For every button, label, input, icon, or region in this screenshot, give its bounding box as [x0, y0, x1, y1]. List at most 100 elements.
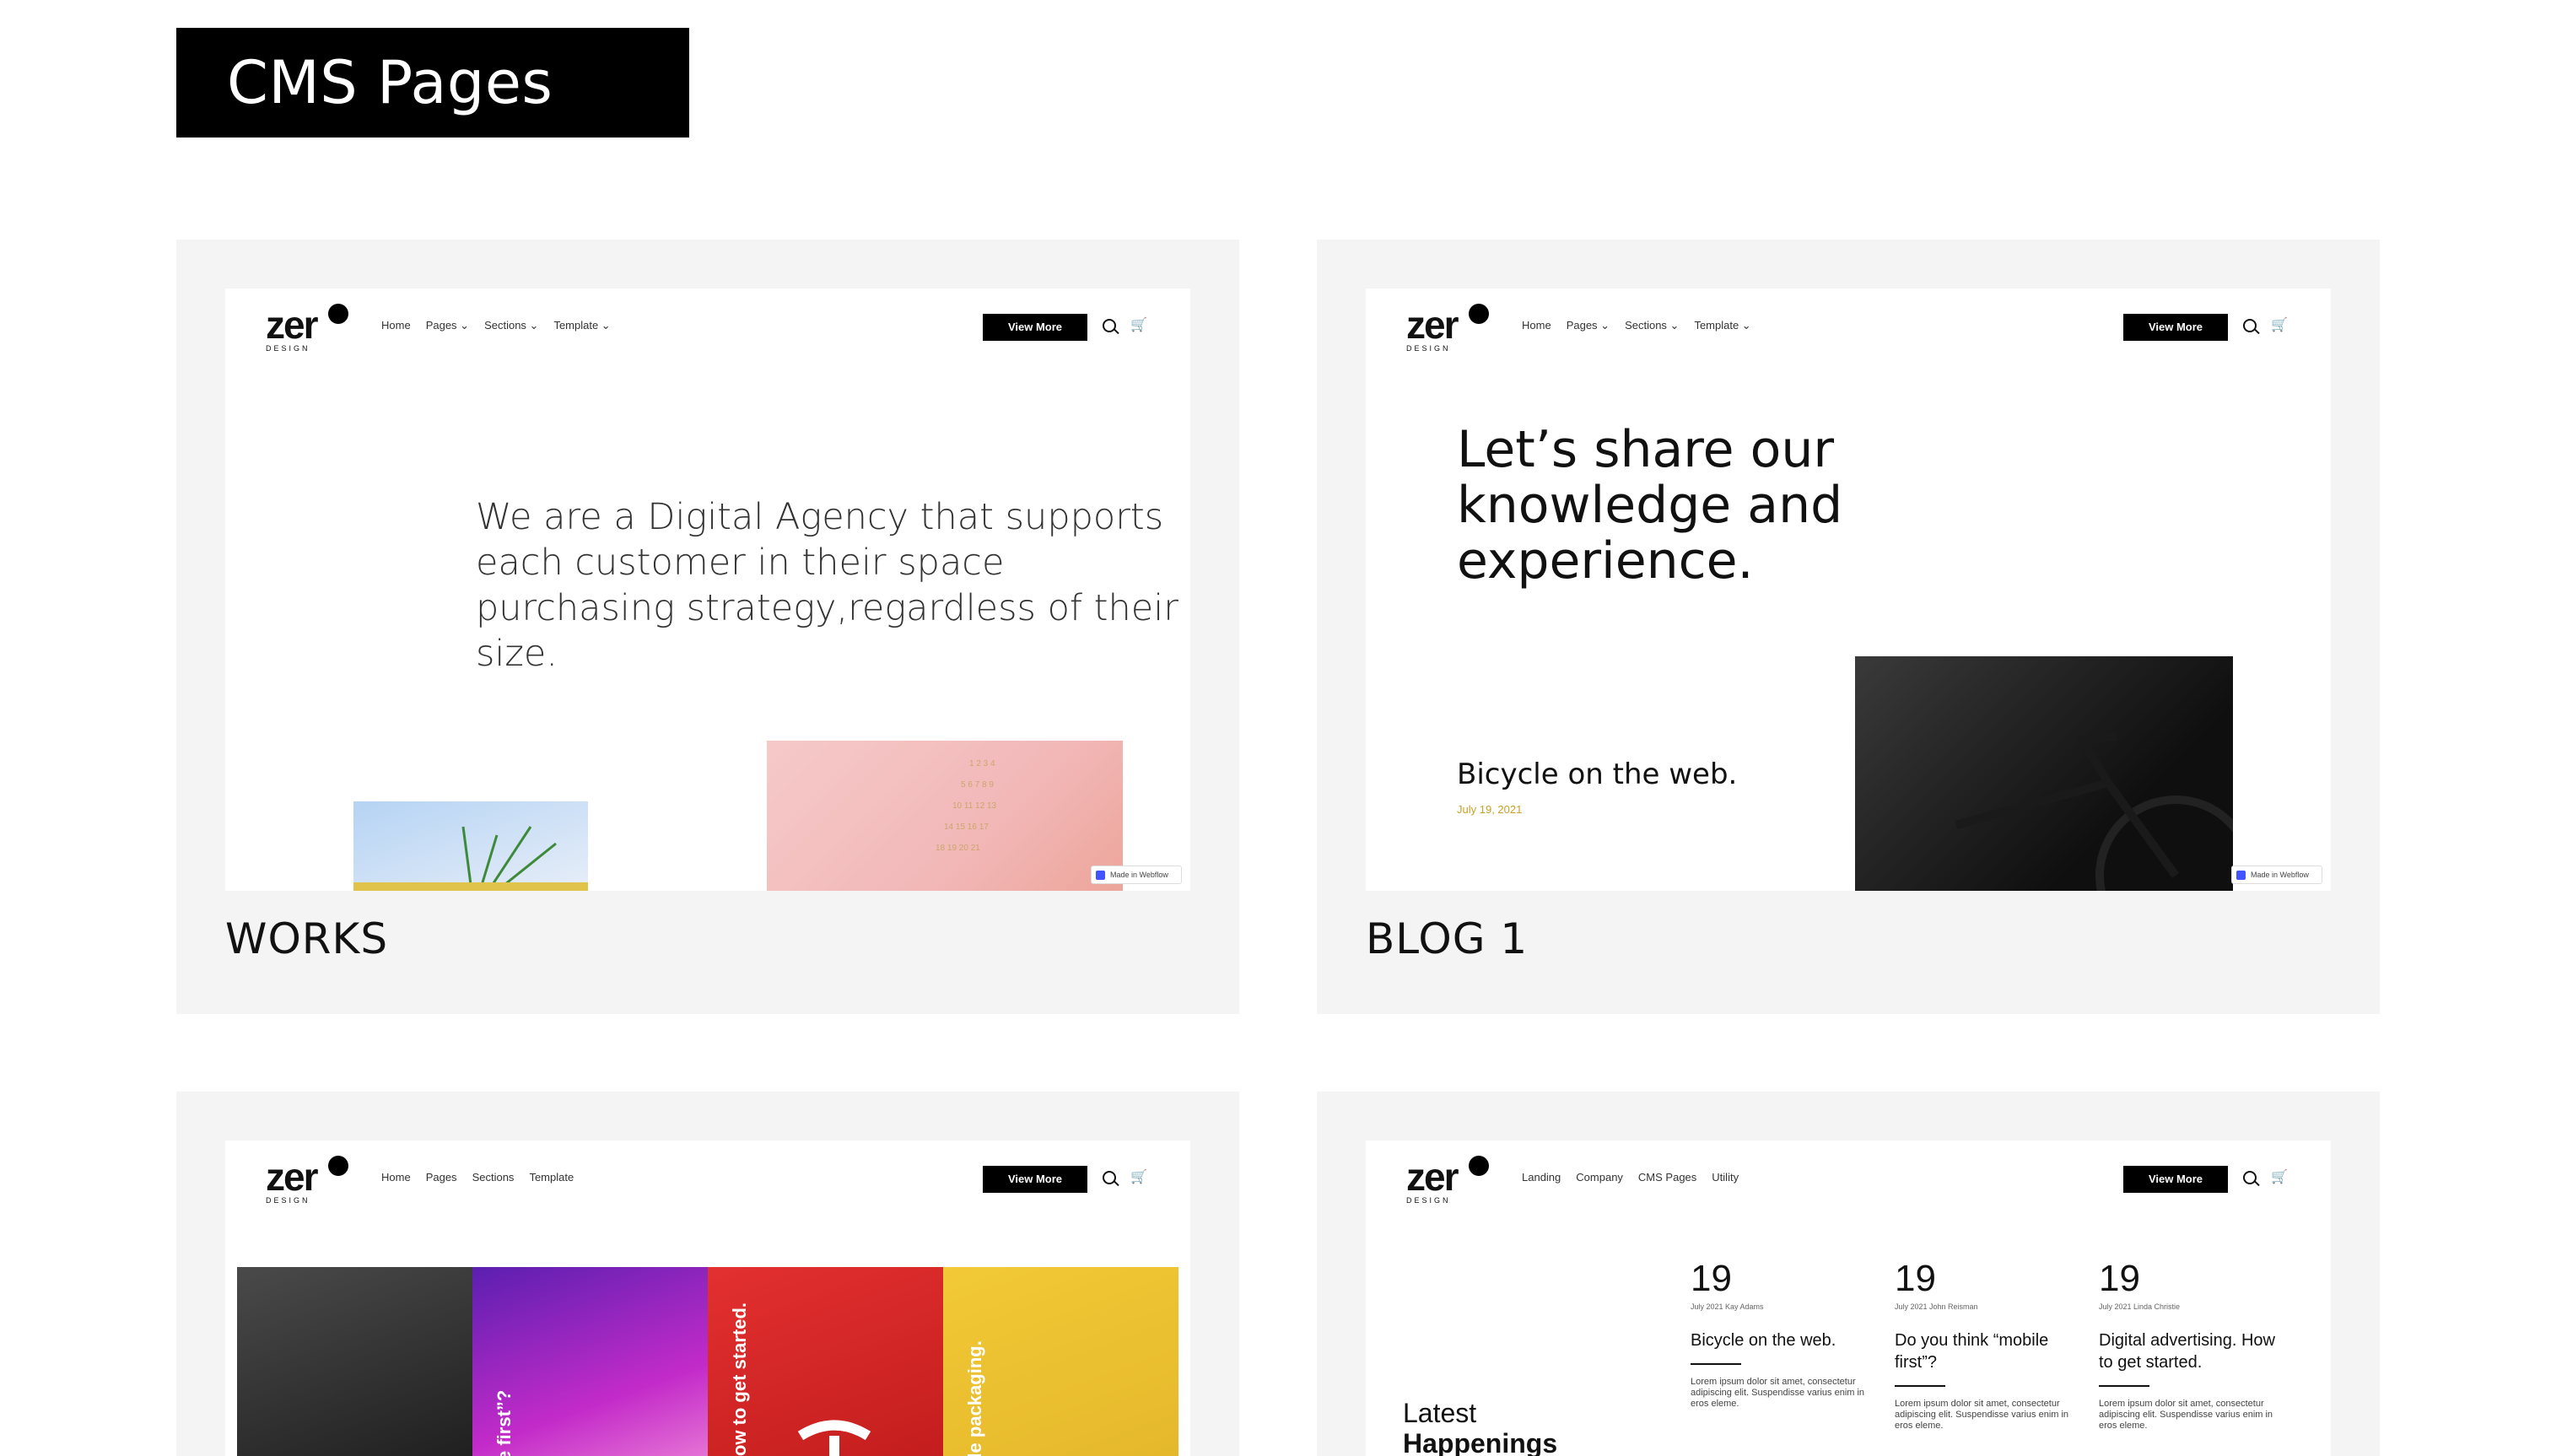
- logo-text: zer: [266, 1155, 319, 1199]
- hero-heading: Let’s share our knowledge and experience…: [1457, 420, 1843, 590]
- logo-sub: DESIGN: [1406, 1196, 1451, 1205]
- divider: [2099, 1385, 2149, 1387]
- nav-links: Landing Company CMS Pages Utility: [1522, 1171, 1754, 1184]
- made-in-webflow-badge: Made in Webflow: [2231, 866, 2322, 884]
- post-card: 19 July 2021 Linda Christie Digital adve…: [2099, 1259, 2284, 1432]
- nav-link-sections: Sections ⌄: [1625, 319, 1680, 332]
- view-more-button: View More: [983, 1166, 1087, 1193]
- logo-text: zer: [1406, 1155, 1459, 1199]
- preview-works-grid[interactable]: zer DESIGN Home Pages Sections Template Vie…: [225, 1141, 1190, 1456]
- made-in-webflow-badge: Made in Webflow: [1091, 866, 1182, 884]
- post-day: 19: [1895, 1258, 1936, 1299]
- post-excerpt: Lorem ipsum dolor sit amet, consectetur …: [2099, 1399, 2273, 1431]
- post-date: July 19, 2021: [1457, 803, 1523, 816]
- card-latest-happenings[interactable]: zer DESIGN Landing Company CMS Pages Utilit…: [1317, 1092, 2380, 1456]
- card-works-grid[interactable]: zer DESIGN Home Pages Sections Template Vie…: [176, 1092, 1239, 1456]
- heading-line-2: Happenings: [1403, 1428, 1558, 1456]
- nav-link-cms-pages: CMS Pages: [1637, 1171, 1697, 1184]
- nav-link-template: Template: [529, 1171, 574, 1184]
- work-tile-phone: e first”?: [472, 1267, 708, 1456]
- hero-text: We are a Digital Agency that supports ea…: [476, 496, 1178, 675]
- nav-links: Home Pages ⌄ Sections ⌄ Template ⌄: [1522, 319, 1766, 332]
- post-day: 19: [1691, 1258, 1732, 1299]
- nav-links: Home Pages ⌄ Sections ⌄ Template ⌄: [381, 319, 626, 332]
- nav-link-company: Company: [1576, 1171, 1623, 1184]
- nav-link-landing: Landing: [1522, 1171, 1561, 1184]
- logo: zer DESIGN: [266, 1152, 359, 1205]
- preview-nav: zer DESIGN Home Pages ⌄ Sections ⌄ Template…: [1366, 289, 2331, 364]
- nav-link-home: Home: [381, 319, 411, 332]
- logo-dot: [1469, 304, 1489, 324]
- logo-text: zer: [266, 303, 319, 347]
- calendar-image: 1 2 3 4 5 6 7 8 9 10 11 12 13 14 15 16 17 18…: [767, 741, 1123, 891]
- preview-nav: zer DESIGN Home Pages Sections Template Vie…: [225, 1141, 1190, 1216]
- cart-icon: 🛒: [2271, 1170, 2288, 1184]
- section-heading: Latest Happenings: [1403, 1398, 1557, 1456]
- logo: zer DESIGN: [1406, 1152, 1499, 1205]
- post-title: Digital advertising. How to get started.: [2099, 1331, 2275, 1372]
- post-excerpt: Lorem ipsum dolor sit amet, consectetur …: [1895, 1399, 2069, 1431]
- view-more-button: View More: [2123, 1166, 2228, 1193]
- work-tile-bicycle: [237, 1267, 472, 1456]
- tile-text: e first”?: [493, 1390, 515, 1456]
- nav-link-pages: Pages: [425, 1171, 457, 1184]
- card-works[interactable]: zer DESIGN Home Pages ⌄ Sections ⌄ Template…: [176, 240, 1239, 1014]
- nav-link-pages: Pages ⌄: [1566, 319, 1610, 332]
- post-title: Bicycle on the web.: [1457, 758, 1738, 791]
- logo-sub: DESIGN: [266, 1196, 310, 1205]
- preview-latest-happenings[interactable]: zer DESIGN Landing Company CMS Pages Utilit…: [1366, 1141, 2331, 1456]
- nav-link-utility: Utility: [1712, 1171, 1739, 1184]
- tile-text: ole packaging.: [964, 1340, 985, 1456]
- post-title: Bicycle on the web.: [1691, 1331, 1836, 1350]
- svg-text:18 19 20 21: 18 19 20 21: [936, 844, 980, 853]
- preview-blog-1[interactable]: zer DESIGN Home Pages ⌄ Sections ⌄ Template…: [1366, 289, 2331, 891]
- logo-dot: [328, 304, 348, 324]
- logo: zer DESIGN: [266, 300, 359, 353]
- plant-image: [353, 801, 588, 891]
- nav-link-home: Home: [1522, 319, 1551, 332]
- nav-link-sections: Sections: [472, 1171, 515, 1184]
- divider: [1895, 1385, 1945, 1387]
- post-meta: July 2021 Kay Adams: [1691, 1302, 1764, 1311]
- card-caption: WORKS: [225, 914, 389, 963]
- search-icon: [2243, 1171, 2257, 1184]
- post-title: Do you think “mobile first”?: [1895, 1331, 2049, 1372]
- nav-link-pages: Pages ⌄: [425, 319, 470, 332]
- nav-link-home: Home: [381, 1171, 411, 1184]
- nav-links: Home Pages Sections Template: [381, 1171, 589, 1184]
- view-more-button: View More: [983, 314, 1087, 341]
- post-card: 19 July 2021 Kay Adams Bicycle on the we…: [1691, 1259, 1876, 1410]
- nav-link-template: Template ⌄: [1694, 319, 1751, 332]
- logo-dot: [328, 1156, 348, 1176]
- search-icon: [2243, 319, 2257, 332]
- post-excerpt: Lorem ipsum dolor sit amet, consectetur …: [1691, 1377, 1865, 1409]
- logo-sub: DESIGN: [1406, 344, 1451, 353]
- search-icon: [1103, 319, 1116, 332]
- heading-line-1: Latest: [1403, 1398, 1477, 1428]
- page-title: CMS Pages: [176, 28, 689, 138]
- cart-icon: 🛒: [1130, 1170, 1147, 1184]
- work-tile-tesla: How to get started.: [708, 1267, 943, 1456]
- svg-text:5 6 7 8 9: 5 6 7 8 9: [961, 780, 994, 790]
- work-tile-packaging: ole packaging.: [943, 1267, 1178, 1456]
- card-caption: BLOG 1: [1366, 914, 1529, 963]
- post-meta: July 2021 Linda Christie: [2099, 1302, 2181, 1311]
- logo-dot: [1469, 1156, 1489, 1176]
- nav-link-template: Template ⌄: [553, 319, 611, 332]
- post-day: 19: [2099, 1258, 2140, 1299]
- logo-sub: DESIGN: [266, 344, 310, 353]
- cart-icon: 🛒: [1130, 318, 1147, 332]
- preview-nav: zer DESIGN Landing Company CMS Pages Utilit…: [1366, 1141, 2331, 1216]
- preview-nav: zer DESIGN Home Pages ⌄ Sections ⌄ Template…: [225, 289, 1190, 364]
- tile-text: How to get started.: [729, 1302, 750, 1456]
- svg-text:1 2 3 4: 1 2 3 4: [969, 759, 995, 768]
- post-card: 19 July 2021 John Reisman Do you think “…: [1895, 1259, 2080, 1432]
- view-more-button: View More: [2123, 314, 2228, 341]
- post-meta: July 2021 John Reisman: [1895, 1302, 1978, 1311]
- search-icon: [1103, 1171, 1116, 1184]
- card-blog-1[interactable]: zer DESIGN Home Pages ⌄ Sections ⌄ Template…: [1317, 240, 2380, 1014]
- preview-works[interactable]: zer DESIGN Home Pages ⌄ Sections ⌄ Template…: [225, 289, 1190, 891]
- logo: zer DESIGN: [1406, 300, 1499, 353]
- divider: [1691, 1363, 1741, 1365]
- svg-text:10 11 12 13: 10 11 12 13: [952, 801, 997, 811]
